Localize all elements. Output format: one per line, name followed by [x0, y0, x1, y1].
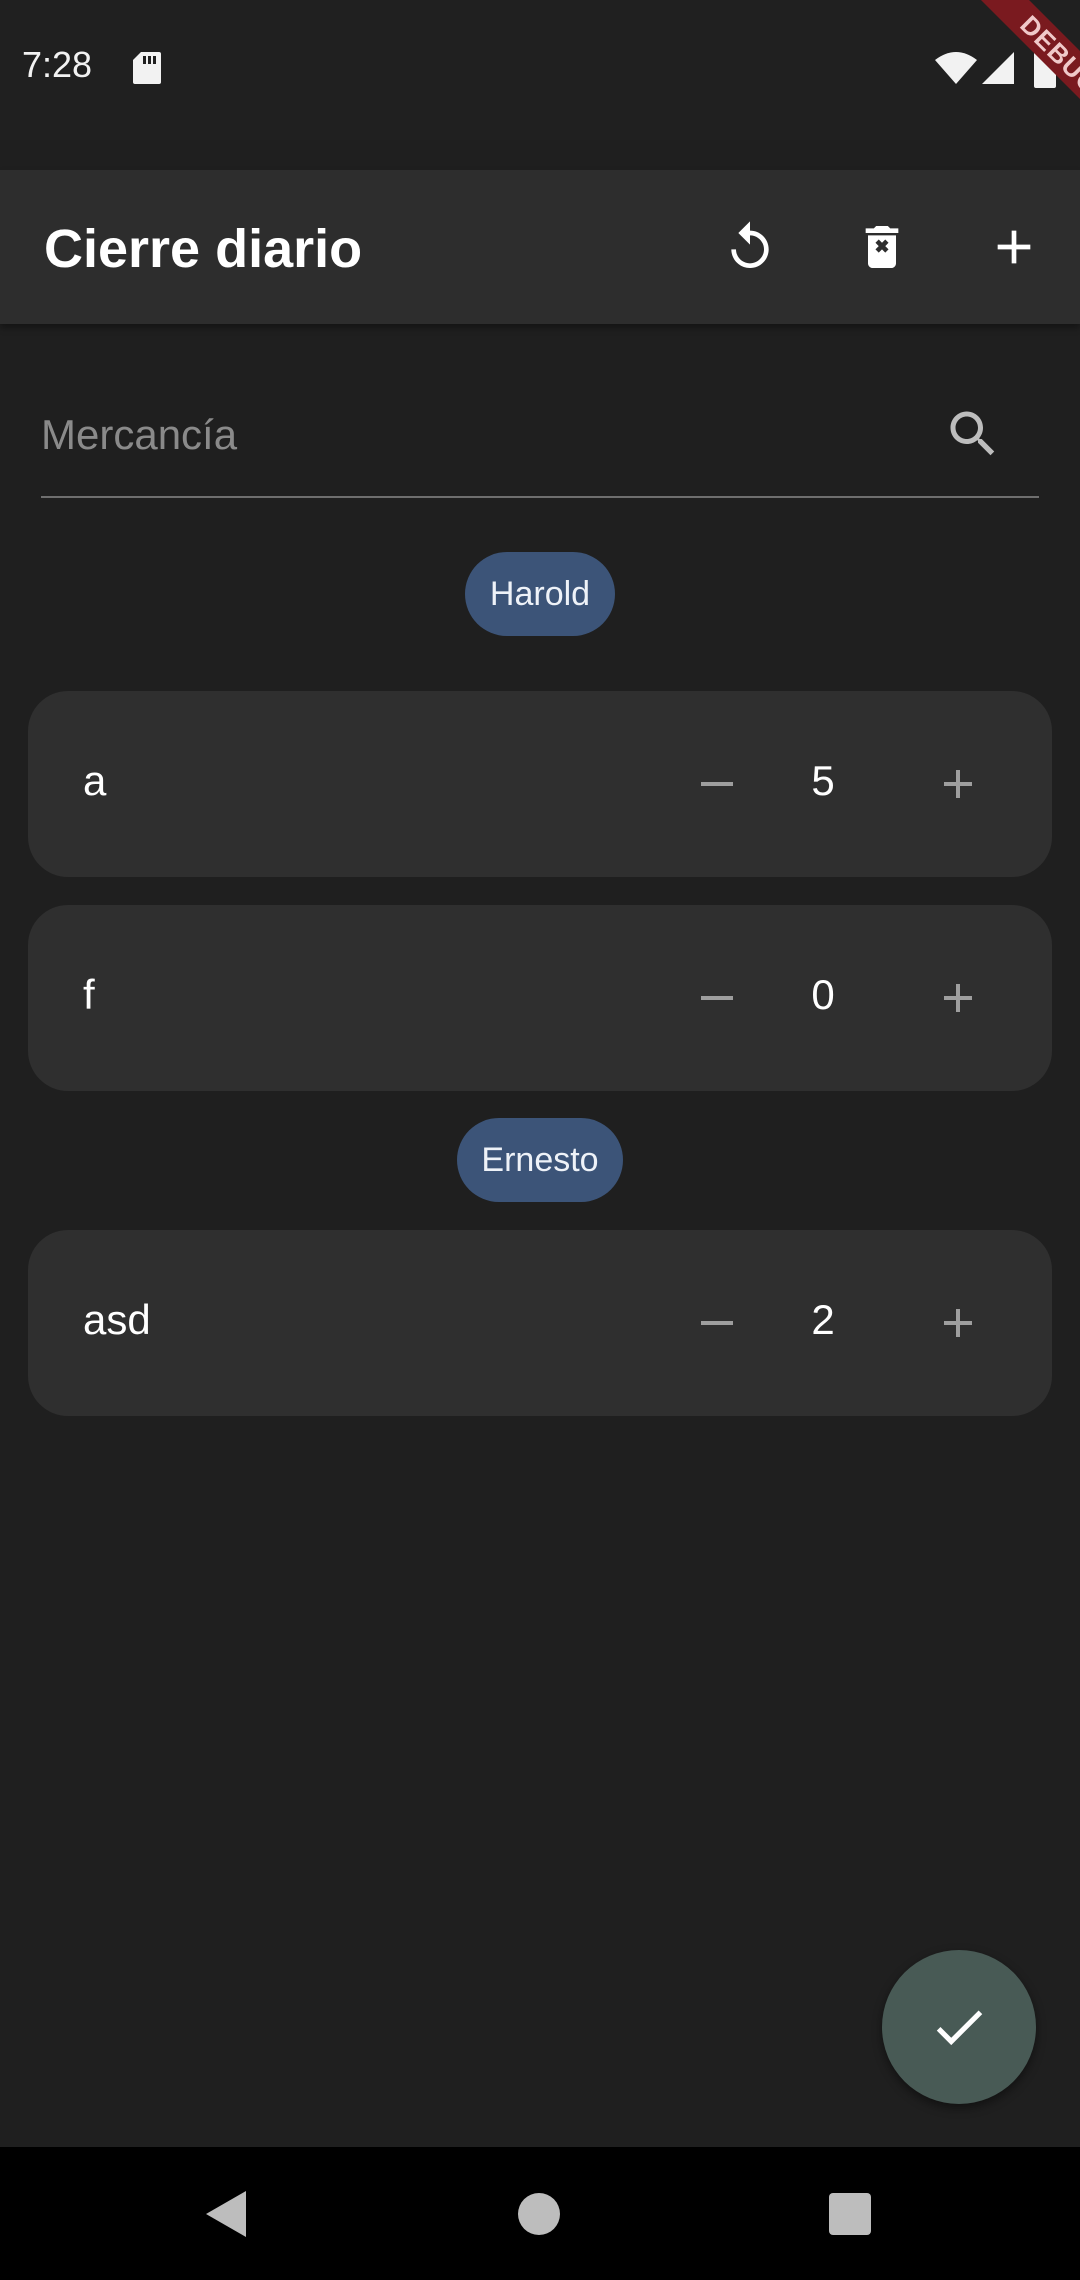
- item-card: asd 2: [28, 1230, 1052, 1416]
- delete-icon: [865, 226, 899, 268]
- debug-ribbon-label: DEBUG: [963, 0, 1080, 152]
- plus-icon: [944, 1309, 972, 1337]
- search-input[interactable]: [41, 400, 921, 470]
- clear-all-button[interactable]: [842, 207, 922, 287]
- confirm-fab[interactable]: [882, 1950, 1036, 2104]
- refresh-icon: [731, 221, 769, 268]
- check-icon: [936, 2010, 983, 2046]
- decrement-button[interactable]: [677, 958, 757, 1038]
- plus-icon: [944, 984, 972, 1012]
- group-chip-label: Harold: [489, 574, 591, 613]
- increment-button[interactable]: [918, 958, 998, 1038]
- item-name: f: [83, 971, 95, 1018]
- minus-icon: [701, 782, 733, 786]
- add-icon: [997, 230, 1031, 264]
- search-icon[interactable]: [943, 404, 1003, 464]
- item-card: a 5: [28, 691, 1052, 877]
- page-title: Cierre diario: [44, 219, 363, 279]
- status-bar: 7:28 DEBUG: [0, 0, 1080, 152]
- item-name: a: [83, 757, 107, 804]
- back-icon[interactable]: [190, 2179, 260, 2249]
- search-field: [41, 380, 1039, 498]
- sd-card-icon: [133, 52, 161, 84]
- increment-button[interactable]: [918, 1283, 998, 1363]
- refresh-button[interactable]: [710, 207, 790, 287]
- group-chip-harold: Harold: [465, 552, 615, 636]
- item-count: 5: [811, 757, 835, 804]
- minus-icon: [701, 1321, 733, 1325]
- group-chip-ernesto: Ernesto: [457, 1118, 623, 1202]
- item-count: 2: [811, 1296, 835, 1343]
- decrement-button[interactable]: [677, 744, 757, 824]
- recents-icon[interactable]: [815, 2179, 885, 2249]
- system-nav-bar: [0, 2147, 1080, 2280]
- status-time: 7:28: [22, 44, 93, 85]
- home-icon[interactable]: [504, 2179, 574, 2249]
- debug-banner: DEBUG: [920, 0, 1080, 160]
- item-count: 0: [811, 971, 835, 1018]
- item-name: asd: [83, 1296, 151, 1343]
- app-bar: Cierre diario: [0, 170, 1080, 324]
- decrement-button[interactable]: [677, 1283, 757, 1363]
- minus-icon: [701, 996, 733, 1000]
- screen: 7:28 DEBUG Cierre diario Mercancía Harol…: [0, 0, 1080, 2280]
- increment-button[interactable]: [918, 744, 998, 824]
- item-card: f 0: [28, 905, 1052, 1091]
- add-button[interactable]: [974, 207, 1054, 287]
- plus-icon: [944, 770, 972, 798]
- group-chip-label: Ernesto: [481, 1140, 599, 1179]
